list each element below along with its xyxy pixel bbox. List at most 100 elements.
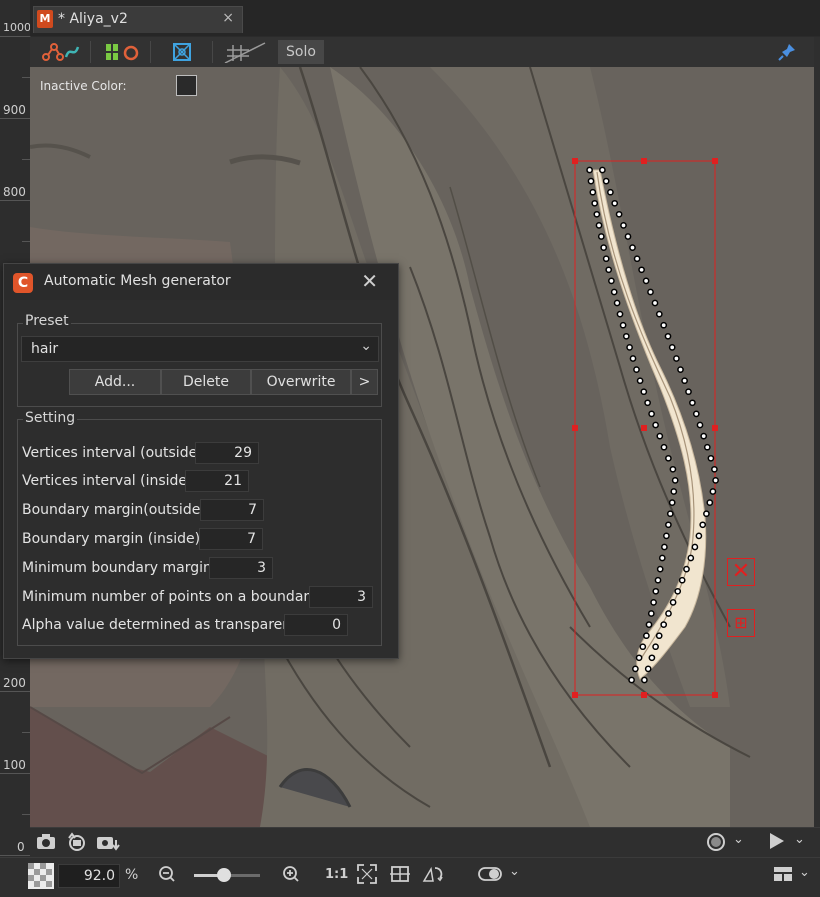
mesh-vertex[interactable] bbox=[683, 565, 690, 573]
mesh-vertex[interactable] bbox=[677, 366, 684, 373]
mesh-vertex[interactable] bbox=[638, 266, 645, 274]
mesh-vertex[interactable] bbox=[608, 277, 615, 285]
mesh-vertex[interactable] bbox=[673, 355, 680, 362]
mesh-vertex[interactable] bbox=[652, 587, 660, 595]
dialog-title-bar[interactable]: C Automatic Mesh generator ✕ bbox=[4, 264, 398, 300]
mesh-vertex[interactable] bbox=[664, 332, 672, 340]
camera-rotate-icon[interactable] bbox=[66, 832, 88, 857]
mesh-vertex[interactable] bbox=[660, 321, 668, 329]
mesh-vertex[interactable] bbox=[671, 477, 679, 484]
mesh-vertex[interactable] bbox=[602, 255, 610, 263]
chevron-down-icon[interactable]: ⌄ bbox=[733, 832, 744, 847]
camera-export-icon[interactable] bbox=[96, 832, 120, 857]
preset-select[interactable]: hair ⌄ bbox=[21, 336, 379, 362]
deform-path-icon[interactable] bbox=[38, 40, 84, 64]
mesh-vertex[interactable] bbox=[620, 222, 627, 229]
add-preset-button[interactable]: Add... bbox=[69, 369, 161, 395]
mesh-vertex[interactable] bbox=[678, 576, 686, 584]
grid-off-icon[interactable] bbox=[220, 40, 270, 64]
mesh-vertex[interactable] bbox=[626, 344, 633, 351]
mesh-vertex[interactable] bbox=[615, 210, 623, 218]
chevron-down-icon[interactable]: ⌄ bbox=[794, 832, 805, 847]
mesh-vertex[interactable] bbox=[600, 244, 608, 251]
mesh-vertex[interactable] bbox=[648, 654, 656, 662]
mesh-vertex[interactable] bbox=[644, 665, 652, 673]
mesh-vertex[interactable] bbox=[670, 488, 678, 495]
mesh-vertex[interactable] bbox=[666, 510, 674, 518]
mesh-vertex[interactable] bbox=[633, 255, 641, 263]
close-icon[interactable]: ✕ bbox=[361, 269, 378, 293]
boundary-margin-outside-field[interactable]: 7 bbox=[200, 499, 264, 521]
mesh-vertex[interactable] bbox=[661, 543, 668, 551]
mesh-vertex[interactable] bbox=[593, 210, 601, 218]
mesh-vertex[interactable] bbox=[696, 421, 704, 429]
mesh-vertex[interactable] bbox=[709, 488, 717, 495]
mesh-vertex[interactable] bbox=[622, 332, 630, 340]
mesh-vertex[interactable] bbox=[655, 310, 663, 318]
mesh-vertex[interactable] bbox=[587, 177, 595, 185]
mesh-vertex[interactable] bbox=[605, 266, 613, 274]
mesh-vertex[interactable] bbox=[660, 443, 668, 451]
mesh-vertex[interactable] bbox=[647, 288, 654, 296]
mesh-vertex[interactable] bbox=[641, 676, 648, 684]
checkerboard-icon[interactable] bbox=[28, 863, 54, 894]
mesh-vertex[interactable] bbox=[602, 177, 610, 185]
mesh-vertex[interactable] bbox=[642, 277, 650, 285]
mesh-vertex[interactable] bbox=[633, 366, 640, 373]
mesh-vertex[interactable] bbox=[689, 399, 696, 407]
transform-grid-icon[interactable]: ⊞ bbox=[727, 609, 755, 637]
zoom-input[interactable]: 92.0 bbox=[58, 864, 120, 888]
mesh-vertex[interactable] bbox=[611, 199, 619, 207]
mesh-vertex[interactable] bbox=[691, 543, 699, 551]
mesh-vertex[interactable] bbox=[651, 299, 659, 307]
alpha-transparent-field[interactable]: 0 bbox=[284, 614, 348, 636]
minimum-boundary-margin-field[interactable]: 3 bbox=[209, 557, 273, 579]
mesh-vertex[interactable] bbox=[624, 233, 632, 240]
pin-icon[interactable] bbox=[776, 40, 798, 64]
boundary-margin-inside-field[interactable]: 7 bbox=[199, 528, 263, 550]
mesh-vertex[interactable] bbox=[674, 587, 682, 595]
mesh-vertex[interactable] bbox=[703, 510, 710, 518]
mesh-vertex[interactable] bbox=[687, 554, 695, 562]
mesh-vertex[interactable] bbox=[685, 388, 692, 396]
mesh-vertex[interactable] bbox=[589, 188, 597, 196]
mesh-vertex[interactable] bbox=[665, 454, 672, 462]
layout-icon[interactable] bbox=[773, 866, 793, 887]
mesh-vertex[interactable] bbox=[629, 355, 637, 362]
overwrite-preset-button[interactable]: Overwrite bbox=[251, 369, 351, 395]
mesh-vertex[interactable] bbox=[703, 443, 711, 451]
zoom-out-icon[interactable] bbox=[158, 865, 176, 888]
mesh-vertex[interactable] bbox=[619, 321, 627, 329]
zoom-in-icon[interactable] bbox=[282, 865, 300, 888]
zoom-slider[interactable] bbox=[194, 868, 260, 882]
close-tab-icon[interactable]: × bbox=[222, 10, 234, 26]
mesh-vertex[interactable] bbox=[668, 499, 676, 506]
mesh-vertex[interactable] bbox=[607, 188, 614, 196]
mesh-vertex[interactable] bbox=[658, 554, 666, 562]
mesh-vertex[interactable] bbox=[635, 654, 643, 662]
chevron-down-icon[interactable]: ⌄ bbox=[509, 864, 520, 879]
mesh-vertex[interactable] bbox=[695, 532, 703, 540]
mesh-vertex[interactable] bbox=[595, 222, 603, 229]
mesh-vertex[interactable] bbox=[650, 599, 657, 606]
solo-button[interactable]: Solo bbox=[278, 40, 324, 64]
warp-icon[interactable] bbox=[98, 40, 144, 64]
mesh-vertex[interactable] bbox=[652, 643, 659, 651]
mesh-vertex[interactable] bbox=[665, 521, 672, 529]
mesh-vertex[interactable] bbox=[707, 454, 715, 462]
mesh-vertex[interactable] bbox=[643, 632, 650, 640]
fit-screen-icon[interactable] bbox=[356, 863, 378, 890]
zoom-slider-knob[interactable] bbox=[216, 868, 231, 882]
close-icon[interactable]: ✕ bbox=[727, 558, 755, 586]
mesh-vertex[interactable] bbox=[616, 310, 624, 318]
document-tab[interactable]: M * Aliya_v2 × bbox=[33, 6, 243, 33]
mesh-vertex[interactable] bbox=[632, 665, 639, 673]
mesh-vertex[interactable] bbox=[711, 465, 718, 473]
fit-width-icon[interactable] bbox=[389, 864, 411, 889]
camera-icon[interactable] bbox=[36, 832, 56, 855]
mesh-vertex[interactable] bbox=[665, 610, 672, 617]
chevron-down-icon[interactable]: ⌄ bbox=[799, 865, 810, 880]
mesh-vertex[interactable] bbox=[629, 244, 636, 251]
mesh-vertex[interactable] bbox=[712, 477, 719, 484]
actual-size-button[interactable]: 1:1 bbox=[325, 867, 348, 882]
